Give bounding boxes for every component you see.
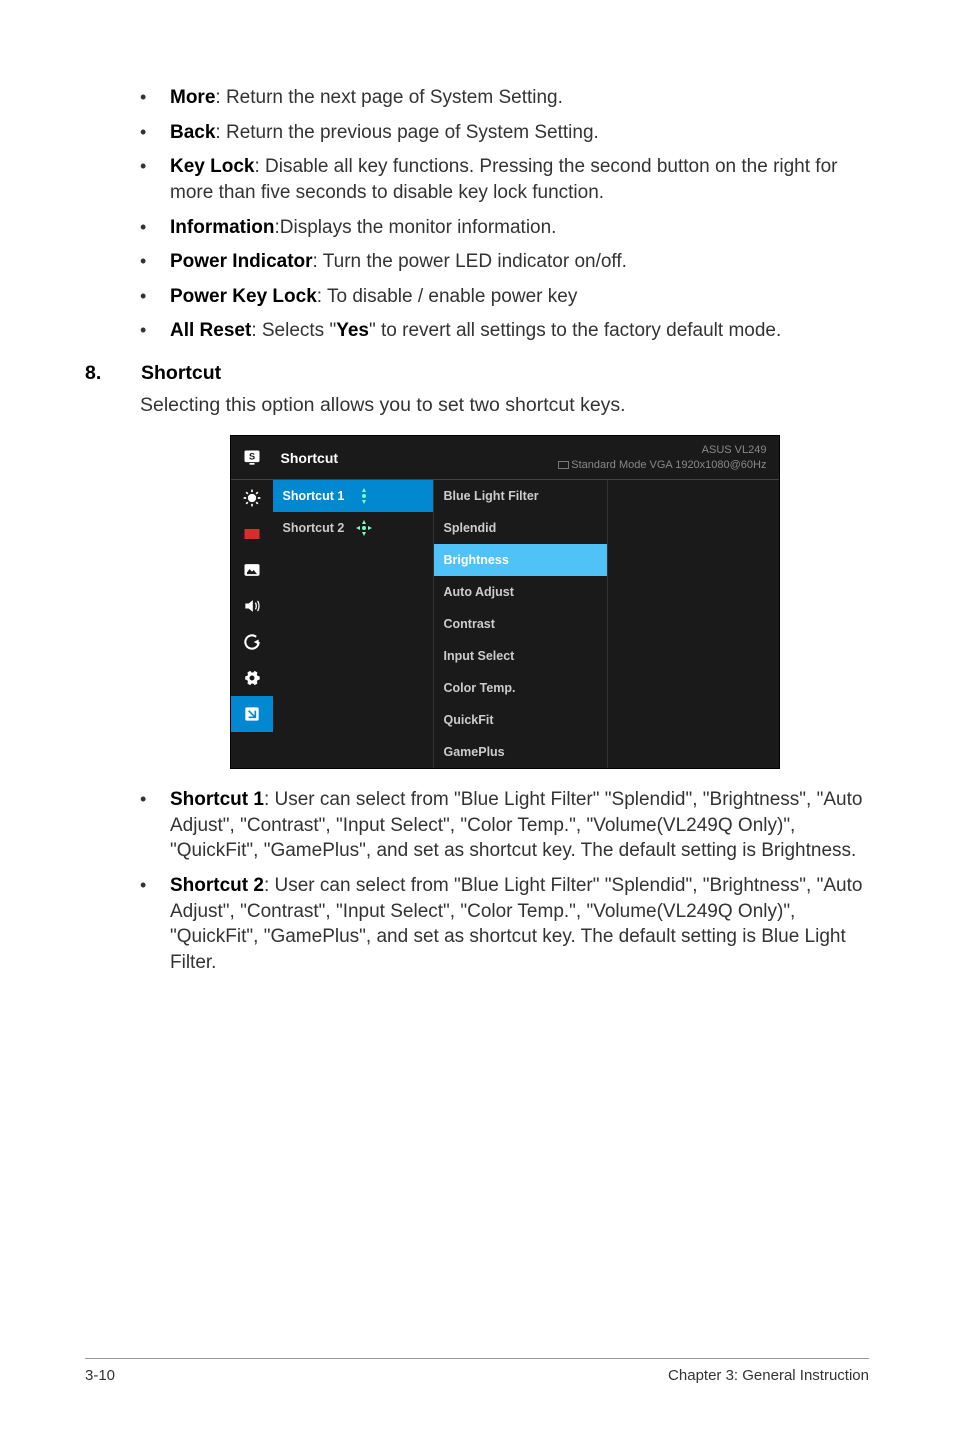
item-allreset: All Reset: Selects "Yes" to revert all s… — [170, 318, 869, 344]
desc: : Return the previous page of System Set… — [215, 122, 598, 143]
top-bullet-list: More: Return the next page of System Set… — [140, 85, 869, 344]
label: All Reset — [170, 320, 251, 341]
section-heading: 8. Shortcut — [85, 362, 869, 385]
desc: : User can select from "Blue Light Filte… — [170, 875, 862, 973]
label: Information — [170, 217, 275, 238]
label: Power Key Lock — [170, 286, 317, 307]
item-shortcut2: Shortcut 2: User can select from "Blue L… — [170, 873, 869, 976]
yes: Yes — [336, 320, 369, 341]
desc: : Disable all key functions. Pressing th… — [170, 156, 837, 203]
quickfit-option[interactable]: QuickFit — [434, 704, 607, 736]
item-more: More: Return the next page of System Set… — [170, 85, 869, 111]
section-body: Selecting this option allows you to set … — [85, 394, 869, 975]
section-number: 8. — [85, 362, 115, 385]
label: Key Lock — [170, 156, 254, 177]
shortcut1-item[interactable]: Shortcut 1 — [273, 480, 433, 512]
page-footer: 3-10 Chapter 3: General Instruction — [85, 1358, 869, 1384]
monitor-icon — [558, 461, 569, 469]
desc: : To disable / enable power key — [317, 286, 578, 307]
chapter-label: Chapter 3: General Instruction — [668, 1367, 869, 1384]
desc: : Turn the power LED indicator on/off. — [313, 251, 627, 272]
item-keylock: Key Lock: Disable all key functions. Pre… — [170, 154, 869, 205]
osd-icon-column: S — [231, 436, 273, 768]
label: Shortcut 2 — [170, 875, 264, 896]
osd-panel: S Short — [230, 435, 780, 769]
svg-text:S: S — [248, 451, 254, 461]
osd-header: Shortcut ASUS VL249 Standard Mode VGA 19… — [273, 436, 779, 480]
mode-text: Standard Mode VGA 1920x1080@60Hz — [571, 459, 766, 471]
section-title: Shortcut — [141, 362, 221, 385]
item-powerind: Power Indicator: Turn the power LED indi… — [170, 249, 869, 275]
brand-model: ASUS VL249 — [558, 443, 766, 457]
label: Power Indicator — [170, 251, 313, 272]
osd-main: Shortcut ASUS VL249 Standard Mode VGA 19… — [273, 436, 779, 768]
osd-column-2: Blue Light Filter Splendid Brightness Au… — [433, 480, 608, 768]
shortcut-icon[interactable] — [231, 696, 273, 732]
desc: :Displays the monitor information. — [275, 217, 557, 238]
main-content: More: Return the next page of System Set… — [85, 85, 869, 344]
label: Shortcut 2 — [283, 521, 345, 535]
shortcut2-item[interactable]: Shortcut 2 — [273, 512, 433, 544]
contrast-option[interactable]: Contrast — [434, 608, 607, 640]
sound-icon[interactable] — [231, 588, 273, 624]
item-info: Information:Displays the monitor informa… — [170, 215, 869, 241]
bottom-bullet-list: Shortcut 1: User can select from "Blue L… — [140, 787, 869, 975]
splendid-option[interactable]: Splendid — [434, 512, 607, 544]
osd-column-1: Shortcut 1 Shortcut 2 — [273, 480, 433, 768]
label: Shortcut 1 — [170, 789, 264, 810]
nav-arrows-icon — [356, 488, 372, 504]
bluelight-option[interactable]: Blue Light Filter — [434, 480, 607, 512]
osd-column-3 — [608, 480, 779, 768]
item-back: Back: Return the previous page of System… — [170, 120, 869, 146]
gameplus-option[interactable]: GamePlus — [434, 736, 607, 768]
inputselect-option[interactable]: Input Select — [434, 640, 607, 672]
image-icon[interactable] — [231, 552, 273, 588]
autoadjust-option[interactable]: Auto Adjust — [434, 576, 607, 608]
settings-icon[interactable] — [231, 660, 273, 696]
splendid-s-icon[interactable]: S — [231, 436, 273, 480]
osd-model: ASUS VL249 Standard Mode VGA 1920x1080@6… — [558, 443, 766, 472]
label: More — [170, 87, 215, 108]
brightness-option[interactable]: Brightness — [434, 544, 607, 576]
osd-body: Shortcut 1 Shortcut 2 Blue Light Filter — [273, 480, 779, 768]
desc: : User can select from "Blue Light Filte… — [170, 789, 862, 861]
desc: : Return the next page of System Setting… — [215, 87, 562, 108]
osd-title: Shortcut — [281, 450, 339, 466]
prefix: : Selects " — [251, 320, 336, 341]
label: Back — [170, 122, 215, 143]
suffix: " to revert all settings to the factory … — [369, 320, 781, 341]
nav-arrows-icon — [356, 520, 372, 536]
item-powerkey: Power Key Lock: To disable / enable powe… — [170, 284, 869, 310]
color-icon[interactable] — [231, 516, 273, 552]
eye-care-icon[interactable] — [231, 480, 273, 516]
colortemp-option[interactable]: Color Temp. — [434, 672, 607, 704]
item-shortcut1: Shortcut 1: User can select from "Blue L… — [170, 787, 869, 864]
section-subtitle: Selecting this option allows you to set … — [140, 394, 869, 417]
input-icon[interactable] — [231, 624, 273, 660]
label: Shortcut 1 — [283, 489, 345, 503]
page-number: 3-10 — [85, 1367, 115, 1384]
